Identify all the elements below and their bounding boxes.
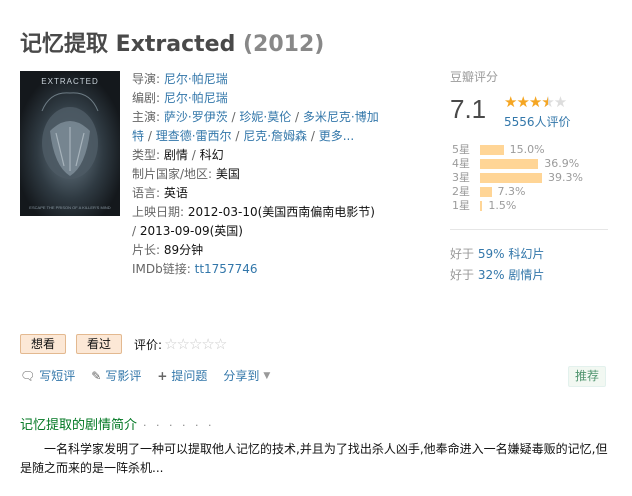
ask-question-button[interactable]: + 提问题	[157, 367, 207, 384]
movie-name: 记忆提取 Extracted	[20, 32, 236, 57]
synopsis-heading: 记忆提取的剧情简介 · · · · · ·	[20, 414, 214, 433]
cast-link[interactable]: 萨沙·罗伊茨	[164, 110, 228, 124]
imdb-link[interactable]: tt1757746	[195, 262, 258, 276]
imdb-row: IMDb链接: tt1757746	[132, 260, 380, 279]
rating-count-link[interactable]: 5556人评价	[504, 113, 571, 130]
runtime-value: 89分钟	[163, 243, 204, 257]
genre-value: 科幻	[199, 148, 224, 162]
synopsis-dots: · · · · · ·	[143, 419, 215, 432]
rating-percent: 39.3%	[548, 171, 583, 184]
rating-label: 豆瓣评分	[450, 70, 499, 84]
write-review-label: 写影评	[105, 369, 142, 383]
rating-bar	[480, 145, 504, 155]
rating-bar	[480, 201, 483, 211]
country-row: 制片国家/地区: 美国	[132, 165, 380, 184]
share-dropdown[interactable]: 分享到 ▼	[223, 367, 270, 384]
rating-breakdown: 5星 15.0% 4星 36.9% 3星 39.3% 2星 7.3% 1星 1.5%	[450, 143, 610, 213]
rating-row-label: 3星	[452, 171, 470, 184]
movie-poster[interactable]: EXTRACTED ESCAPE THE PRISON OF A KILLER'…	[20, 71, 120, 216]
share-label: 分享到	[223, 369, 260, 383]
rating-row-label: 2星	[452, 185, 470, 198]
better-prefix: 好于	[450, 247, 478, 261]
better-than-row: 好于 59% 科幻片	[450, 244, 610, 265]
writer-link[interactable]: 尼尔·帕尼瑞	[164, 91, 228, 105]
genre-label: 类型:	[132, 148, 161, 162]
rating-row-label: 5星	[452, 143, 470, 156]
director-link[interactable]: 尼尔·帕尼瑞	[164, 72, 228, 86]
write-short-review-button[interactable]: 🗨 写短评	[20, 367, 75, 384]
rating-stars-icon: ★★★★★★	[504, 93, 567, 111]
cast-label: 主演:	[132, 110, 161, 124]
cast-link[interactable]: 尼克·詹姆森	[243, 129, 307, 143]
caret-down-icon: ▼	[263, 370, 271, 381]
runtime-row: 片长: 89分钟	[132, 241, 380, 260]
better-than-scifi-link[interactable]: 59% 科幻片	[478, 247, 545, 261]
rating-percent: 15.0%	[509, 143, 545, 156]
rating-divider	[450, 229, 608, 230]
rating-bar	[480, 187, 492, 197]
ask-question-label: 提问题	[171, 369, 208, 383]
release-label: 上映日期:	[132, 205, 185, 219]
comment-icon: 🗨	[20, 368, 36, 383]
rating-percent: 36.9%	[544, 157, 580, 170]
better-prefix: 好于	[450, 268, 478, 282]
writer-row: 编剧: 尼尔·帕尼瑞	[132, 89, 380, 108]
rating-percent: 1.5%	[488, 199, 517, 212]
page-title: 记忆提取 Extracted (2012)	[20, 26, 324, 58]
runtime-label: 片长:	[132, 243, 161, 257]
rating-bar	[480, 173, 542, 183]
cast-link[interactable]: 珍妮·莫伦	[239, 110, 291, 124]
genre-row: 类型: 剧情 / 科幻	[132, 148, 224, 162]
better-than-drama-link[interactable]: 32% 剧情片	[478, 268, 545, 282]
rating-row: 1星 1.5%	[450, 199, 610, 213]
movie-year: (2012)	[243, 32, 325, 57]
rating-bar	[480, 159, 539, 169]
imdb-label: IMDb链接:	[132, 262, 191, 276]
poster-art	[20, 71, 120, 216]
rating-row: 4星 36.9%	[450, 157, 610, 171]
language-row: 语言: 英语	[132, 184, 380, 203]
movie-info: 导演: 尼尔·帕尼瑞 编剧: 尼尔·帕尼瑞 主演: 萨沙·罗伊茨 / 珍妮·莫伦…	[132, 70, 380, 279]
language-label: 语言:	[132, 186, 161, 200]
country-value: 美国	[215, 167, 240, 181]
seen-button[interactable]: 看过	[76, 334, 123, 354]
rating-row: 5星 15.0%	[450, 143, 610, 157]
better-than: 好于 59% 科幻片 好于 32% 剧情片	[450, 244, 610, 286]
synopsis-title: 记忆提取的剧情简介	[20, 418, 138, 433]
release-row: 上映日期: 2012-03-10(美国西南偏南电影节) / 2013-09-09…	[132, 205, 375, 238]
poster-tagline: ESCAPE THE PRISON OF A KILLER'S MIND	[29, 205, 111, 210]
release-date-2: 2013-09-09(英国)	[139, 224, 243, 238]
want-to-see-button[interactable]: 想看	[20, 334, 67, 354]
cast-more-link[interactable]: 更多...	[319, 129, 354, 143]
rating-percent: 7.3%	[497, 185, 526, 198]
rating-row: 3星 39.3%	[450, 171, 610, 185]
language-value: 英语	[163, 186, 188, 200]
poster-title: EXTRACTED	[41, 77, 99, 86]
action-bar: 🗨 写短评 ✎ 写影评 + 提问题 分享到 ▼	[20, 367, 286, 384]
better-than-row: 好于 32% 剧情片	[450, 265, 610, 286]
writer-label: 编剧:	[132, 91, 161, 105]
recommend-button[interactable]: 推荐	[568, 366, 607, 387]
synopsis-text: 一名科学家发明了一种可以提取他人记忆的技术,并且为了找出杀人凶手,他奉命进入一名…	[20, 442, 608, 475]
country-label: 制片国家/地区:	[132, 167, 213, 181]
rating-row-label: 1星	[452, 199, 470, 212]
cast-row: 主演: 萨沙·罗伊茨 / 珍妮·莫伦 / 多米尼克·博加特 / 理查德·雷西尔 …	[132, 110, 379, 143]
genre-value: 剧情	[163, 148, 188, 162]
rating-panel: 豆瓣评分 7.1 ★★★★★★ 5556人评价 5星15.0%4星36.9%3星…	[450, 68, 610, 212]
rate-label: 评价:	[134, 337, 163, 352]
mark-buttons: 想看 看过 评价: ☆☆☆☆☆	[20, 334, 227, 354]
plus-icon: +	[157, 368, 168, 383]
rating-row: 2星 7.3%	[450, 185, 610, 199]
write-review-button[interactable]: ✎ 写影评	[91, 367, 141, 384]
director-row: 导演: 尼尔·帕尼瑞	[132, 70, 380, 89]
release-date-1: 2012-03-10(美国西南偏南电影节)	[187, 205, 375, 219]
cast-link[interactable]: 理查德·雷西尔	[156, 129, 232, 143]
rate-stars-input[interactable]: ☆☆☆☆☆	[164, 335, 227, 353]
rating-score: 7.1	[450, 94, 487, 124]
rating-row-label: 4星	[452, 157, 470, 170]
write-short-review-label: 写短评	[39, 369, 76, 383]
director-label: 导演:	[132, 72, 161, 86]
pencil-icon: ✎	[91, 368, 102, 383]
